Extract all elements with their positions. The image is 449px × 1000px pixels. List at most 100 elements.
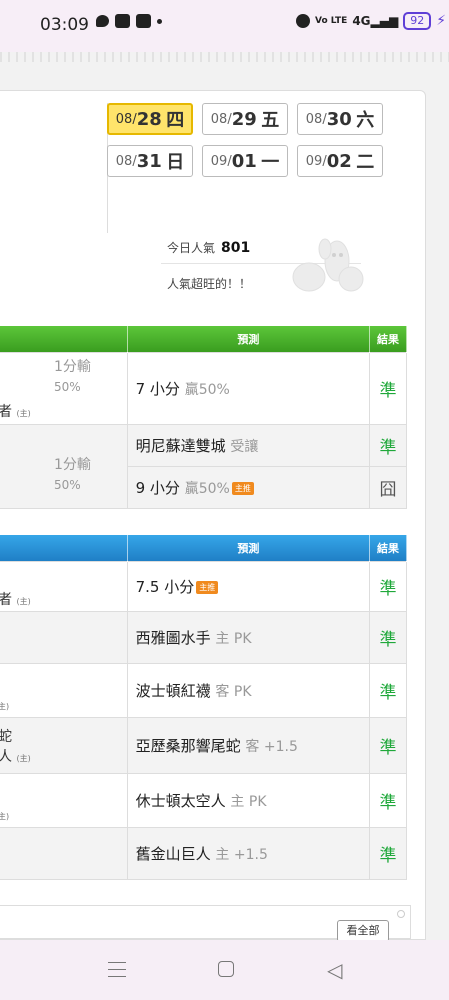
navigation-bar: ◁ [0, 940, 449, 1000]
video-icon [115, 14, 130, 28]
prediction-text: 9 小分 [135, 478, 180, 497]
schedule-page: 08/28 四 08/29 五 08/30 六 08/31 日 09/01 一 … [0, 90, 426, 940]
team-fragment: 主) [0, 811, 10, 821]
prediction-extra: 客 PK [215, 683, 252, 700]
status-bar: 03:09 Vo LTE 4G▂▄▆ 92 ⚡ [0, 0, 449, 52]
team-fragment: 者 (主) [0, 591, 31, 608]
table-row: 蛇 人 (主) 亞歷桑那響尾蛇 客 +1.5 準 [0, 716, 407, 774]
team-fragment: 主) [0, 701, 10, 711]
lost-percent: 50% [54, 477, 81, 492]
popularity-today: 今日人氣 801 [167, 239, 250, 256]
notification-icons [96, 14, 162, 28]
prediction-extra: 受讓 [230, 438, 259, 455]
prediction-extra: 贏50% [184, 480, 230, 497]
table-row: 者 (主) 7.5 小分 主推 準 [0, 560, 407, 612]
result-cell: 準 [369, 662, 407, 718]
table-row: 西雅圖水手 主 PK 準 [0, 610, 407, 664]
prediction-cell: 波士頓紅襪 客 PK [126, 662, 371, 718]
prediction-cell: 休士頓太空人 主 PK [126, 772, 371, 828]
signal-icon: 4G▂▄▆ [352, 14, 399, 28]
result-cell: 準 [369, 351, 407, 425]
see-all-button[interactable]: 看全部 [337, 920, 389, 942]
game-cell: 者 (主) [0, 560, 128, 612]
date-button-0830[interactable]: 08/30 六 [297, 103, 383, 135]
page-edge-divider [0, 52, 449, 62]
game-cell [0, 826, 128, 880]
prediction-cell: 西雅圖水手 主 PK [126, 610, 371, 664]
table-row: 主) 波士頓紅襪 客 PK 準 [0, 662, 407, 718]
main-pick-badge: 主推 [196, 580, 219, 594]
date-selector: 08/28 四 08/29 五 08/30 六 08/31 日 09/01 一 … [107, 103, 417, 187]
prediction-extra: 客 +1.5 [245, 738, 298, 755]
video-icon-2 [136, 14, 151, 28]
prediction-cell: 7 小分 贏50% [126, 351, 371, 425]
table-row: 1分輸 50% 者 (主) 7 小分 贏50% 準 [0, 351, 407, 425]
game-cell [0, 610, 128, 664]
prediction-table-2: 預測 結果 者 (主) 7.5 小分 主推 準 西雅圖水手 主 PK 準 主) 波… [0, 535, 407, 880]
status-time: 03:09 [40, 15, 89, 35]
prediction-text: 波士頓紅襪 [135, 681, 211, 700]
date-button-0831[interactable]: 08/31 日 [107, 145, 193, 177]
prediction-cell: 7.5 小分 主推 [126, 560, 371, 612]
header-prediction: 預測 [127, 535, 371, 561]
result-cell: 準 [369, 423, 407, 467]
status-right: Vo LTE 4G▂▄▆ 92 ⚡ [296, 12, 446, 30]
prediction-cell: 9 小分 贏50% 主推 [126, 465, 371, 509]
prediction-text: 舊金山巨人 [135, 844, 211, 863]
result-cell: 準 [369, 826, 407, 880]
header-game [0, 326, 128, 352]
prediction-text: 7.5 小分 [135, 577, 195, 596]
header-prediction: 預測 [127, 326, 371, 352]
battery-indicator: 92 [403, 12, 432, 30]
prediction-text: 亞歷桑那響尾蛇 [135, 736, 241, 755]
result-cell: 囧 [369, 465, 407, 509]
team-fragment: 蛇 [0, 728, 12, 745]
table-header: 預測 結果 [0, 326, 407, 352]
result-cell: 準 [369, 772, 407, 828]
header-result: 結果 [369, 535, 407, 561]
main-pick-badge: 主推 [231, 481, 254, 495]
lost-text: 1分輸 [54, 456, 91, 473]
date-button-0829[interactable]: 08/29 五 [202, 103, 288, 135]
prediction-extra: 贏50% [184, 381, 230, 398]
back-button[interactable]: ◁ [327, 958, 342, 982]
game-cell: 主) [0, 772, 128, 828]
lost-percent: 50% [54, 379, 81, 394]
prediction-text: 7 小分 [135, 379, 180, 398]
charging-icon: ⚡ [436, 13, 447, 29]
date-button-0902[interactable]: 09/02 二 [297, 145, 383, 177]
team-fragment: 者 (主) [0, 403, 31, 420]
prediction-text: 休士頓太空人 [135, 791, 226, 810]
date-button-0828[interactable]: 08/28 四 [107, 103, 193, 135]
prediction-extra: 主 PK [215, 630, 252, 647]
table-row: 主) 休士頓太空人 主 PK 準 [0, 772, 407, 828]
date-row-2: 08/31 日 09/01 一 09/02 二 [107, 145, 417, 177]
prediction-cell: 舊金山巨人 主 +1.5 [126, 826, 371, 880]
table-row: 1分輸 50% 明尼蘇達雙城 受讓 準 [0, 423, 407, 509]
table-header: 預測 結果 [0, 535, 407, 561]
volte-icon: Vo LTE [315, 15, 348, 26]
alarm-icon [296, 14, 310, 28]
prediction-extra: 主 +1.5 [215, 846, 268, 863]
recent-apps-button[interactable] [108, 962, 126, 983]
result-cell: 準 [369, 560, 407, 612]
chat-icon [96, 15, 109, 27]
network-type: 4G [352, 14, 371, 28]
date-row-1: 08/28 四 08/29 五 08/30 六 [107, 103, 417, 135]
game-cell: 1分輸 50% [0, 423, 128, 509]
prediction-text: 明尼蘇達雙城 [135, 436, 226, 455]
prediction-table-1: 預測 結果 1分輸 50% 者 (主) 7 小分 贏50% 準 1分輸 50% … [0, 326, 407, 509]
header-game [0, 535, 128, 561]
more-dot-icon [157, 18, 162, 24]
indicator-dot [397, 910, 405, 918]
prediction-text: 西雅圖水手 [135, 628, 211, 647]
home-button[interactable] [218, 961, 234, 977]
header-result: 結果 [369, 326, 407, 352]
result-cell: 準 [369, 610, 407, 664]
game-cell: 主) [0, 662, 128, 718]
mascot-illustration [292, 238, 364, 292]
table-row: 舊金山巨人 主 +1.5 準 [0, 826, 407, 880]
date-button-0901[interactable]: 09/01 一 [202, 145, 288, 177]
popularity-label: 今日人氣 [167, 241, 216, 255]
game-cell: 1分輸 50% 者 (主) [0, 351, 128, 425]
